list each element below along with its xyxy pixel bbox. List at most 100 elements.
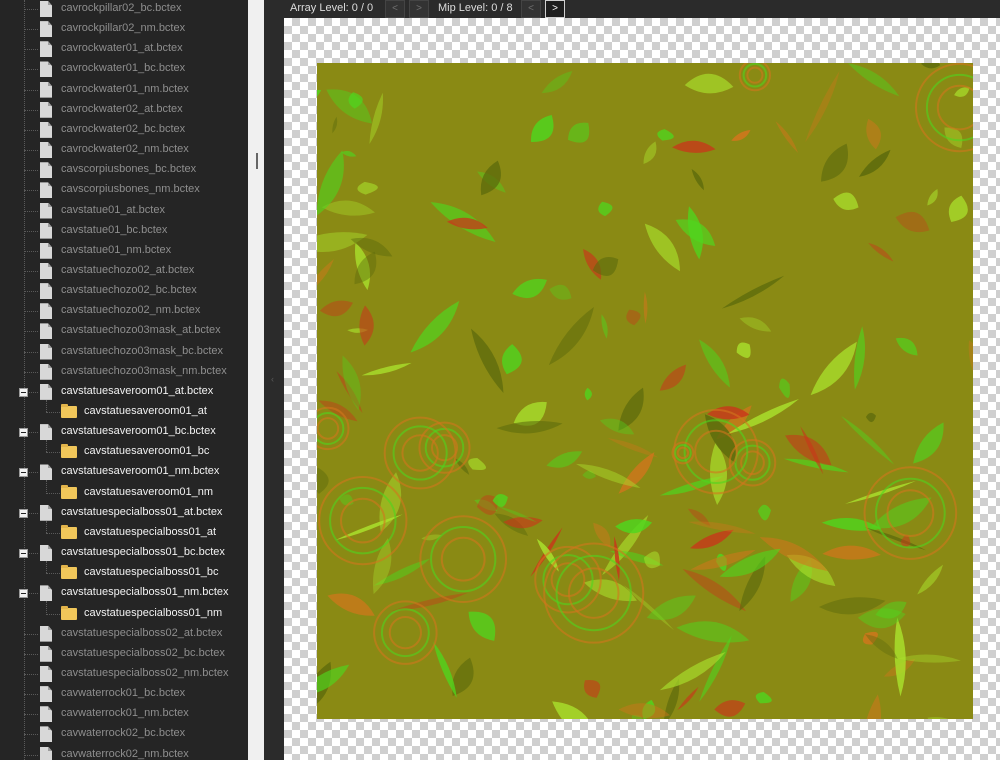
collapse-arrow-icon[interactable]: ‹ [271, 374, 274, 384]
tree-file-item[interactable]: cavwaterrock02_bc.bctex [0, 724, 248, 744]
mip-prev-button[interactable]: < [521, 0, 541, 18]
tree-file-item[interactable]: cavstatuespecialboss01_nm.bctex [0, 583, 248, 614]
tree-file-item[interactable]: cavrockpillar02_nm.bctex [0, 19, 248, 39]
tree-guide-line [24, 89, 38, 91]
tree-guide-line [46, 613, 60, 615]
tree-file-item[interactable]: cavrockwater01_bc.bctex [0, 59, 248, 79]
tree-folder-item[interactable]: cavstatuespecialboss01_bc [0, 563, 248, 583]
tree-item-label: cavstatuespecialboss01_at.bctex [61, 505, 223, 518]
tree-file-item[interactable]: cavstatuesaveroom01_nm.bctex [0, 462, 248, 493]
tree-item-label: cavstatue01_at.bctex [61, 203, 165, 216]
tree-file-item[interactable]: cavstatuechozo02_nm.bctex [0, 301, 248, 321]
tree-folder-item[interactable]: cavstatuespecialboss01_at [0, 523, 248, 543]
tree-file-item[interactable]: cavrockwater02_bc.bctex [0, 120, 248, 140]
tree-item-label: cavstatuesaveroom01_at.bctex [61, 384, 214, 397]
tree-item-label: cavrockwater02_nm.bctex [61, 143, 189, 156]
tree-guide-line [24, 714, 38, 716]
tree-item-label: cavrockwater01_nm.bctex [61, 82, 189, 95]
mip-next-button[interactable]: > [545, 0, 565, 18]
tree-file-item[interactable]: cavscorpiusbones_bc.bctex [0, 160, 248, 180]
tree-folder-item[interactable]: cavstatuespecialboss01_nm [0, 604, 248, 624]
tree-item-label: cavrockpillar02_bc.bctex [61, 2, 182, 14]
tree-file-item[interactable]: cavstatuespecialboss02_bc.bctex [0, 644, 248, 664]
tree-guide-line [24, 190, 38, 192]
tree-file-item[interactable]: cavstatuechozo02_bc.bctex [0, 281, 248, 301]
collapse-toggle-icon[interactable] [19, 468, 28, 478]
collapse-toggle-icon[interactable] [19, 387, 28, 397]
tree-file-item[interactable]: cavstatuechozo02_at.bctex [0, 261, 248, 281]
file-icon [40, 645, 52, 662]
splitter-grip[interactable] [256, 153, 258, 169]
folder-icon [61, 524, 77, 539]
file-icon [40, 686, 52, 703]
file-icon [40, 323, 52, 340]
tree-file-item[interactable]: cavstatue01_at.bctex [0, 201, 248, 221]
tree-item-label: cavstatue01_nm.bctex [61, 243, 172, 256]
file-icon [40, 182, 52, 199]
collapse-toggle-icon[interactable] [19, 508, 28, 518]
tree-file-item[interactable]: cavrockwater01_at.bctex [0, 39, 248, 59]
panel-splitter[interactable] [248, 0, 264, 760]
tree-guide-line [24, 69, 38, 71]
tree-file-item[interactable]: cavstatuespecialboss01_bc.bctex [0, 543, 248, 574]
collapse-toggle-icon[interactable] [19, 428, 28, 438]
file-icon [40, 283, 52, 300]
tree-file-item[interactable]: cavstatuespecialboss02_nm.bctex [0, 664, 248, 684]
tree-guide-line [24, 653, 38, 655]
collapse-toggle-icon[interactable] [19, 549, 28, 559]
tree-guide-line [24, 230, 38, 232]
tree-file-item[interactable]: cavrockpillar02_bc.bctex [0, 0, 248, 19]
tree-file-item[interactable]: cavrockwater02_at.bctex [0, 100, 248, 120]
file-icon [40, 424, 52, 441]
tree-file-item[interactable]: cavstatuesaveroom01_at.bctex [0, 382, 248, 412]
file-icon [40, 142, 52, 159]
tree-folder-item[interactable]: cavstatuesaveroom01_nm [0, 483, 248, 503]
tree-file-item[interactable]: cavstatuechozo03mask_at.bctex [0, 321, 248, 341]
tree-guide-line [46, 492, 60, 494]
tree-file-item[interactable]: cavscorpiusbones_nm.bctex [0, 180, 248, 200]
tree-file-item[interactable]: cavwaterrock01_bc.bctex [0, 684, 248, 704]
collapse-toggle-icon[interactable] [19, 589, 28, 599]
tree-item-label: cavwaterrock01_nm.bctex [61, 707, 189, 720]
tree-guide-line [24, 371, 38, 373]
tree-file-item[interactable]: cavstatuesaveroom01_bc.bctex [0, 422, 248, 453]
tree-file-item[interactable]: cavwaterrock01_nm.bctex [0, 704, 248, 724]
tree-guide-line [24, 49, 38, 51]
tree-item-label: cavstatuespecialboss02_bc.bctex [61, 646, 225, 659]
folder-icon [61, 444, 77, 459]
tree-file-item[interactable]: cavrockwater01_nm.bctex [0, 80, 248, 100]
viewer-side-strip: ‹ [264, 0, 285, 760]
file-icon [40, 706, 52, 723]
tree-file-item[interactable]: cavstatue01_nm.bctex [0, 241, 248, 261]
file-tree-panel[interactable]: cavrockpillar02_bc.bctex cavrockpillar02_… [0, 0, 248, 760]
mip-level-label: Mip Level: 0 / 8 [438, 2, 513, 14]
array-level-label: Array Level: 0 / 0 [290, 2, 374, 14]
tree-file-item[interactable]: cavwaterrock02_nm.bctex [0, 745, 248, 760]
tree-guide-line [24, 210, 38, 212]
file-icon [40, 746, 52, 760]
tree-item-label: cavstatuechozo02_at.bctex [61, 263, 195, 276]
tree-file-item[interactable]: cavrockwater02_nm.bctex [0, 140, 248, 160]
file-icon [40, 121, 52, 138]
tree-guide-line [24, 9, 38, 10]
array-prev-button[interactable]: < [385, 0, 405, 18]
tree-item-label: cavstatuechozo03mask_at.bctex [61, 324, 221, 337]
tree-folder-item[interactable]: cavstatuesaveroom01_at [0, 402, 248, 422]
tree-guide-line [24, 291, 38, 293]
file-icon [40, 1, 52, 17]
tree-guide-line [24, 109, 38, 111]
file-icon [40, 222, 52, 239]
file-icon [40, 383, 52, 400]
file-icon [40, 101, 52, 118]
tree-guide-line [24, 150, 38, 152]
tree-file-item[interactable]: cavstatuespecialboss02_at.bctex [0, 624, 248, 644]
file-icon [40, 61, 52, 78]
array-next-button[interactable]: > [409, 0, 429, 18]
tree-file-item[interactable]: cavstatuechozo03mask_bc.bctex [0, 342, 248, 362]
tree-file-item[interactable]: cavstatue01_bc.bctex [0, 221, 248, 241]
tree-guide-line [24, 129, 38, 131]
tree-file-item[interactable]: cavstatuechozo03mask_nm.bctex [0, 362, 248, 382]
tree-folder-item[interactable]: cavstatuesaveroom01_bc [0, 442, 248, 462]
tree-file-item[interactable]: cavstatuespecialboss01_at.bctex [0, 503, 248, 533]
tree-guide-line [24, 270, 38, 272]
